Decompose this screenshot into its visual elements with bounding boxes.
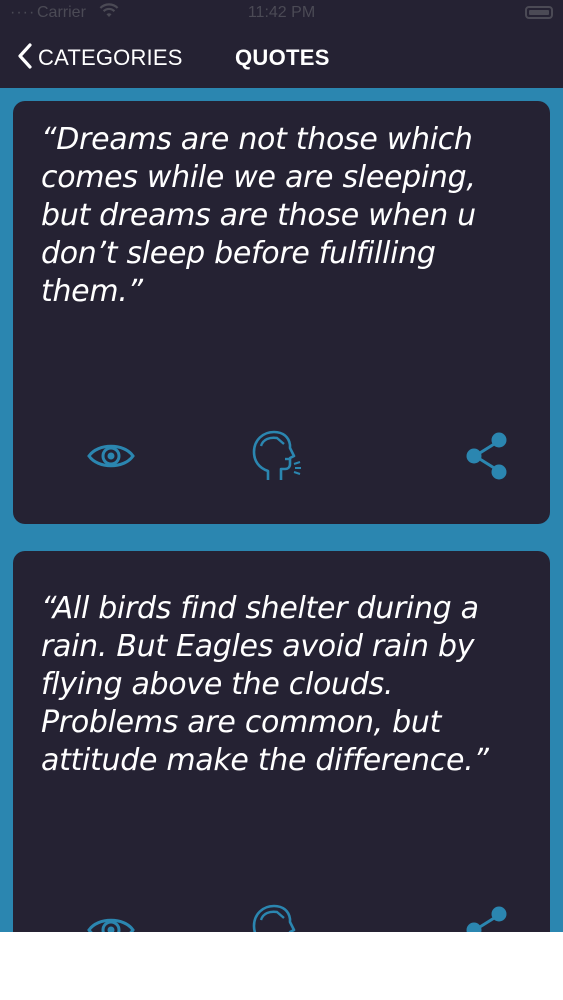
- quote-card: “All birds find shelter during a rain. B…: [13, 551, 550, 932]
- bottom-blank-area: [0, 932, 563, 1000]
- eye-icon: [86, 913, 136, 932]
- battery-icon: [525, 6, 553, 19]
- speak-button[interactable]: [248, 430, 301, 484]
- page-title: QUOTES: [235, 45, 330, 70]
- speaking-head-icon: [246, 428, 302, 489]
- quote-card: “Dreams are not those which comes while …: [13, 101, 550, 524]
- back-button[interactable]: CATEGORIES: [16, 42, 183, 74]
- share-button[interactable]: [461, 432, 513, 484]
- view-button[interactable]: [85, 432, 137, 484]
- share-button[interactable]: [461, 906, 513, 932]
- share-icon: [462, 431, 512, 486]
- speak-button[interactable]: [248, 904, 300, 932]
- status-bar: ···· Carrier 11:42 PM: [0, 0, 563, 28]
- view-button[interactable]: [85, 906, 137, 932]
- status-time: 11:42 PM: [247, 4, 316, 21]
- quote-text: “All birds find shelter during a rain. B…: [41, 591, 489, 778]
- quote-text: “Dreams are not those which comes while …: [41, 122, 476, 309]
- navigation-header: ···· Carrier 11:42 PM CATEGORIES QUOTES: [0, 0, 563, 88]
- chevron-left-icon: [16, 42, 34, 75]
- speaking-head-icon: [246, 902, 302, 932]
- app-screen: ···· Carrier 11:42 PM CATEGORIES QUOTES: [0, 0, 563, 932]
- share-icon: [462, 905, 512, 932]
- back-button-label: CATEGORIES: [38, 45, 183, 70]
- eye-icon: [86, 439, 136, 478]
